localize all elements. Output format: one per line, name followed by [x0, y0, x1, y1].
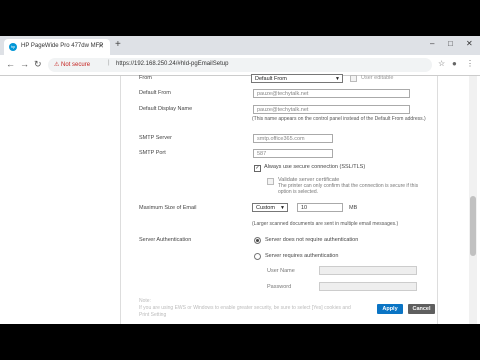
username-input[interactable] — [319, 266, 417, 275]
default-from-label: Default From — [139, 90, 171, 96]
chevron-down-icon: ▼ — [280, 205, 285, 211]
page-scrollbar[interactable] — [469, 76, 477, 324]
cancel-button[interactable]: Cancel — [408, 304, 435, 314]
auth-label: Server Authentication — [139, 237, 192, 243]
smtp-server-input[interactable]: smtp.office365.com — [253, 134, 333, 143]
minimize-button[interactable]: – — [430, 39, 434, 48]
display-name-label: Default Display Name — [139, 106, 193, 112]
tab-strip: hp HP PageWide Pro 477dw MFP ✕ + – □ ✕ — [0, 36, 480, 55]
maximize-button[interactable]: □ — [448, 39, 453, 48]
validate-cert-checkbox[interactable] — [267, 178, 274, 185]
security-label: Not secure — [61, 62, 91, 68]
note-text: If you are using EWS or Windows to enabl… — [139, 305, 351, 311]
tab-title: HP PageWide Pro 477dw MFP — [21, 43, 104, 49]
tab-close-icon[interactable]: ✕ — [98, 42, 104, 50]
menu-dots-icon[interactable]: ⋮ — [466, 59, 474, 68]
max-size-note: (Larger scanned documents are sent in mu… — [252, 221, 399, 227]
browser-window: hp HP PageWide Pro 477dw MFP ✕ + – □ ✕ ←… — [0, 36, 480, 324]
tab-hp-printer[interactable]: hp HP PageWide Pro 477dw MFP ✕ — [4, 39, 110, 55]
url-omnibox[interactable]: ⚠ Not secure | https://192.168.250.24/#h… — [48, 58, 432, 72]
apply-button[interactable]: Apply — [377, 304, 403, 314]
note-title: Note: — [139, 298, 151, 304]
hp-logo-icon: hp — [9, 43, 17, 51]
max-size-select-value: Custom — [256, 205, 275, 211]
max-size-select[interactable]: Custom ▼ — [252, 203, 288, 212]
chevron-down-icon: ▼ — [335, 76, 340, 82]
display-name-input[interactable]: pauze@techytalk.net — [253, 105, 410, 114]
smtp-port-label: SMTP Port — [139, 150, 166, 156]
address-bar: ← → ↻ ⚠ Not secure | https://192.168.250… — [0, 55, 480, 76]
password-input[interactable] — [319, 282, 417, 291]
reload-button[interactable]: ↻ — [34, 59, 42, 70]
back-button[interactable]: ← — [6, 59, 15, 69]
user-editable-label: User editable — [361, 75, 394, 81]
bookmark-star-icon[interactable]: ☆ — [438, 59, 445, 68]
close-window-button[interactable]: ✕ — [466, 39, 473, 48]
from-label: From — [139, 75, 152, 81]
display-name-note: (This name appears on the control panel … — [252, 116, 426, 122]
max-size-label: Maximum Size of Email — [139, 205, 197, 211]
email-setup-panel: From Default From ▼ User editable Default… — [120, 74, 438, 324]
extension-icon[interactable]: ● — [452, 59, 457, 68]
default-from-input[interactable]: pauze@techytalk.net — [253, 89, 410, 98]
validate-cert-note: The printer can only confirm that the co… — [278, 183, 419, 195]
auth-none-label: Server does not require authentication — [265, 237, 359, 243]
from-select[interactable]: Default From ▼ — [251, 74, 343, 83]
auth-none-radio[interactable] — [254, 237, 261, 244]
auth-required-radio[interactable] — [254, 253, 261, 260]
not-secure-warning[interactable]: ⚠ Not secure — [54, 61, 90, 68]
note-text-2: Print Setting — [139, 312, 167, 318]
new-tab-button[interactable]: + — [115, 39, 121, 50]
smtp-port-input[interactable]: 587 — [253, 149, 333, 158]
divider: | — [108, 60, 110, 66]
max-size-unit: MB — [349, 205, 358, 211]
url-text: https://192.168.250.24/#hId-pgEmailSetup — [116, 61, 229, 67]
auth-required-label: Server requires authentication — [265, 253, 339, 259]
smtp-server-label: SMTP Server — [139, 135, 172, 141]
ssl-label: Always use secure connection (SSL/TLS) — [264, 164, 366, 170]
from-select-value: Default From — [255, 76, 287, 82]
scrollbar-thumb[interactable] — [470, 196, 476, 256]
password-label: Password — [267, 284, 292, 290]
forward-button[interactable]: → — [20, 59, 29, 69]
max-size-input[interactable]: 10 — [297, 203, 343, 212]
page-content: From Default From ▼ User editable Default… — [0, 74, 480, 324]
user-editable-checkbox[interactable] — [350, 75, 357, 82]
ssl-checkbox[interactable]: ✓ — [254, 165, 261, 172]
username-label: User Name — [267, 268, 295, 274]
